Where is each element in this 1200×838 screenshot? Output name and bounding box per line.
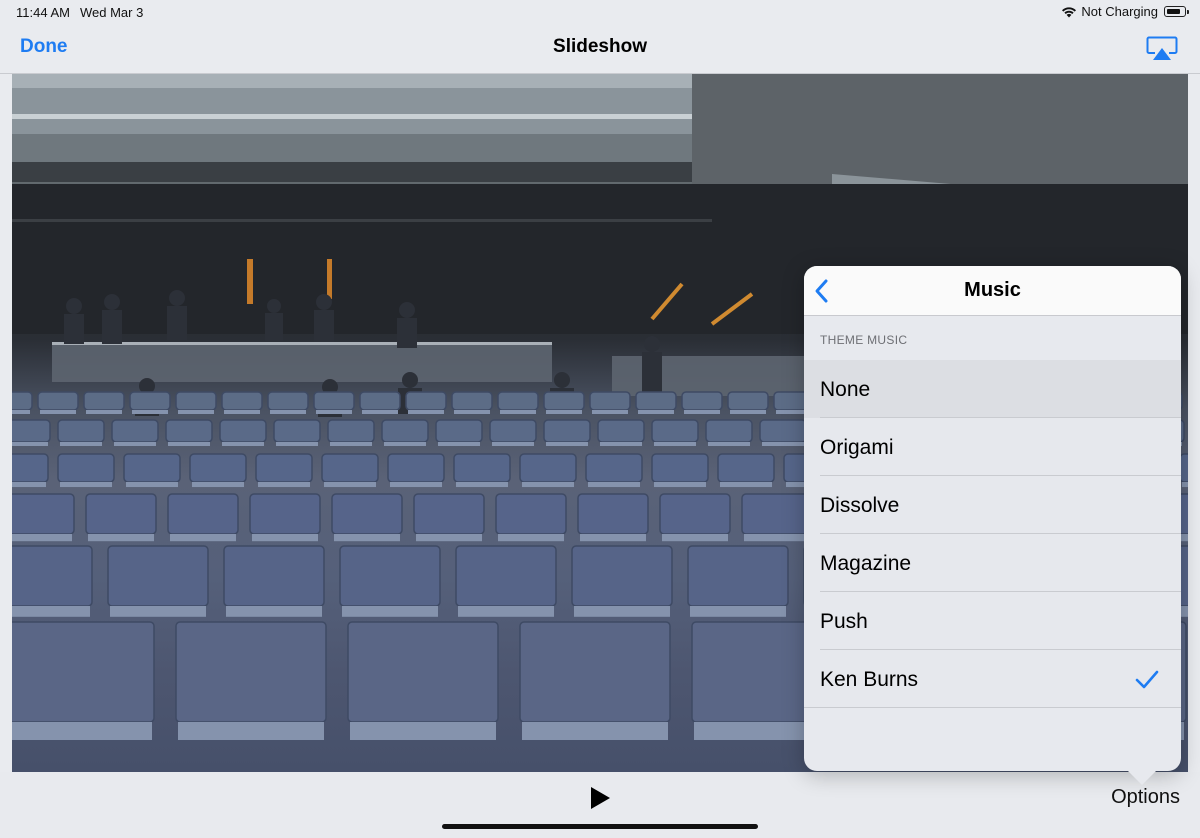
theme-option-label: Magazine bbox=[820, 552, 912, 575]
theme-option-label: Dissolve bbox=[820, 494, 900, 517]
popover-arrow bbox=[1128, 771, 1156, 785]
wifi-icon bbox=[1061, 6, 1077, 18]
music-popover: Music THEME MUSIC None Origami Dissolve Mag… bbox=[804, 266, 1181, 771]
home-indicator bbox=[442, 824, 758, 829]
charging-status: Not Charging bbox=[1081, 4, 1158, 19]
battery-fill bbox=[1166, 8, 1180, 14]
status-right: Not Charging bbox=[1061, 4, 1189, 19]
section-header: THEME MUSIC bbox=[820, 333, 908, 347]
options-button[interactable]: Options bbox=[1111, 786, 1180, 809]
theme-option-row[interactable]: Magazine bbox=[804, 534, 1181, 592]
battery-icon bbox=[1164, 6, 1189, 17]
theme-option-row[interactable]: Ken Burns bbox=[804, 650, 1181, 708]
slideshow-screen: 11:44 AM Wed Mar 3 Not Charging Done Sli… bbox=[0, 0, 1200, 838]
status-time: 11:44 AM bbox=[16, 5, 70, 20]
status-date: Wed Mar 3 bbox=[80, 5, 144, 20]
play-button[interactable] bbox=[588, 785, 612, 811]
theme-option-label: None bbox=[820, 378, 871, 401]
popover-header: Music bbox=[804, 266, 1181, 316]
status-bar: 11:44 AM Wed Mar 3 Not Charging bbox=[0, 0, 1200, 24]
theme-option-row[interactable]: None bbox=[804, 360, 1181, 418]
popover-title: Music bbox=[964, 279, 1021, 301]
navigation-bar: Done Slideshow bbox=[0, 24, 1200, 74]
play-icon bbox=[591, 787, 610, 809]
theme-option-row[interactable]: Push bbox=[804, 592, 1181, 650]
theme-option-label: Push bbox=[820, 610, 868, 633]
theme-music-list: None Origami Dissolve Magazine Push Ken Burns bbox=[804, 360, 1181, 708]
airplay-icon[interactable] bbox=[1146, 36, 1178, 62]
page-title: Slideshow bbox=[553, 36, 647, 57]
theme-option-label: Ken Burns bbox=[820, 668, 919, 691]
theme-option-label: Origami bbox=[820, 436, 894, 459]
checkmark-icon bbox=[1135, 670, 1159, 690]
theme-option-row[interactable]: Origami bbox=[804, 418, 1181, 476]
theme-option-row[interactable]: Dissolve bbox=[804, 476, 1181, 534]
bottom-toolbar: Options bbox=[0, 772, 1200, 838]
